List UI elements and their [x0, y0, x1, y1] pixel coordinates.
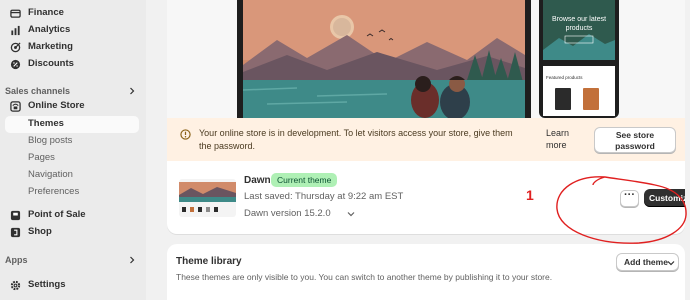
desktop-preview — [237, 0, 531, 118]
sidebar-item-finance[interactable]: Finance — [0, 5, 146, 22]
annotation-circle — [556, 176, 687, 244]
last-saved-text: Last saved: Thursday at 9:22 am EST — [244, 191, 404, 202]
sidebar-item-label: Analytics — [28, 24, 71, 35]
add-theme-label: Add theme — [624, 257, 668, 267]
chevron-right-icon[interactable] — [128, 87, 136, 95]
apps-heading: Apps — [5, 255, 28, 265]
marketing-icon — [10, 42, 21, 53]
sidebar: Finance Analytics Marketing Discounts Sa… — [0, 0, 146, 300]
sidebar-item-point-of-sale[interactable]: Point of Sale — [0, 207, 146, 224]
theme-preview[interactable]: Browse our latest products Featured prod… — [167, 0, 685, 118]
add-theme-button[interactable]: Add theme — [616, 253, 679, 271]
sidebar-item-preferences[interactable]: Preferences — [0, 184, 146, 201]
sales-channels-heading: Sales channels — [5, 86, 71, 96]
sidebar-item-label: Settings — [28, 279, 66, 290]
theme-library-description: These themes are only visible to you. Yo… — [176, 272, 553, 282]
sidebar-item-blog-posts[interactable]: Blog posts — [0, 133, 146, 150]
sidebar-item-navigation[interactable]: Navigation — [0, 167, 146, 184]
theme-thumbnail[interactable] — [179, 179, 236, 217]
sidebar-item-label: Online Store — [28, 100, 85, 111]
sidebar-item-online-store[interactable]: Online Store — [0, 98, 146, 115]
banner-message: Your online store is in development. To … — [199, 128, 513, 151]
sidebar-item-label: Blog posts — [28, 135, 73, 146]
chevron-down-icon — [667, 261, 675, 266]
mobile-preview-featured: Featured products — [546, 75, 583, 80]
sidebar-item-settings[interactable]: Settings — [0, 277, 146, 294]
theme-version[interactable]: Dawn version 15.2.0 — [244, 208, 331, 219]
annotation-number: 1 — [526, 187, 534, 203]
theme-name: Dawn — [244, 175, 271, 186]
sidebar-item-label: Finance — [28, 7, 64, 18]
gear-icon — [10, 280, 21, 291]
theme-library-card: Theme library These themes are only visi… — [167, 244, 685, 300]
chevron-down-icon[interactable] — [347, 210, 355, 218]
sidebar-item-label: Preferences — [28, 186, 80, 197]
preview-illustration — [242, 0, 525, 118]
online-store-icon — [10, 101, 21, 112]
shop-icon — [10, 227, 21, 238]
point-of-sale-icon — [10, 210, 21, 221]
discounts-icon — [10, 59, 21, 70]
sidebar-item-themes[interactable]: Themes — [5, 116, 139, 133]
sidebar-item-label: Navigation — [28, 169, 73, 180]
sidebar-item-pages[interactable]: Pages — [0, 150, 146, 167]
see-store-password-button[interactable]: See store password — [594, 127, 676, 153]
sidebar-item-analytics[interactable]: Analytics — [0, 22, 146, 39]
sidebar-item-label: Shop — [28, 226, 52, 237]
main-content: Browse our latest products Featured prod… — [146, 0, 690, 300]
sidebar-item-shop[interactable]: Shop — [0, 224, 146, 241]
sidebar-item-discounts[interactable]: Discounts — [0, 56, 146, 73]
sidebar-item-label: Themes — [28, 118, 64, 129]
current-theme-badge: Current theme — [271, 173, 338, 187]
sidebar-item-label: Point of Sale — [28, 209, 86, 220]
sidebar-item-label: Pages — [28, 152, 55, 163]
sidebar-item-label: Marketing — [28, 41, 73, 52]
chevron-right-icon[interactable] — [128, 256, 136, 264]
development-banner: Your online store is in development. To … — [167, 118, 685, 161]
learn-more-link[interactable]: Learn more — [546, 128, 586, 151]
theme-library-title: Theme library — [176, 256, 242, 267]
sidebar-item-label: Discounts — [28, 58, 74, 69]
theme-thumbnail-graphic — [179, 179, 236, 217]
finance-icon — [10, 9, 21, 18]
analytics-icon — [11, 25, 20, 36]
mobile-preview: Browse our latest products Featured prod… — [539, 0, 619, 118]
mobile-preview-headline: Browse our latest products — [551, 16, 607, 32]
info-icon — [180, 129, 191, 140]
sidebar-item-marketing[interactable]: Marketing — [0, 39, 146, 56]
